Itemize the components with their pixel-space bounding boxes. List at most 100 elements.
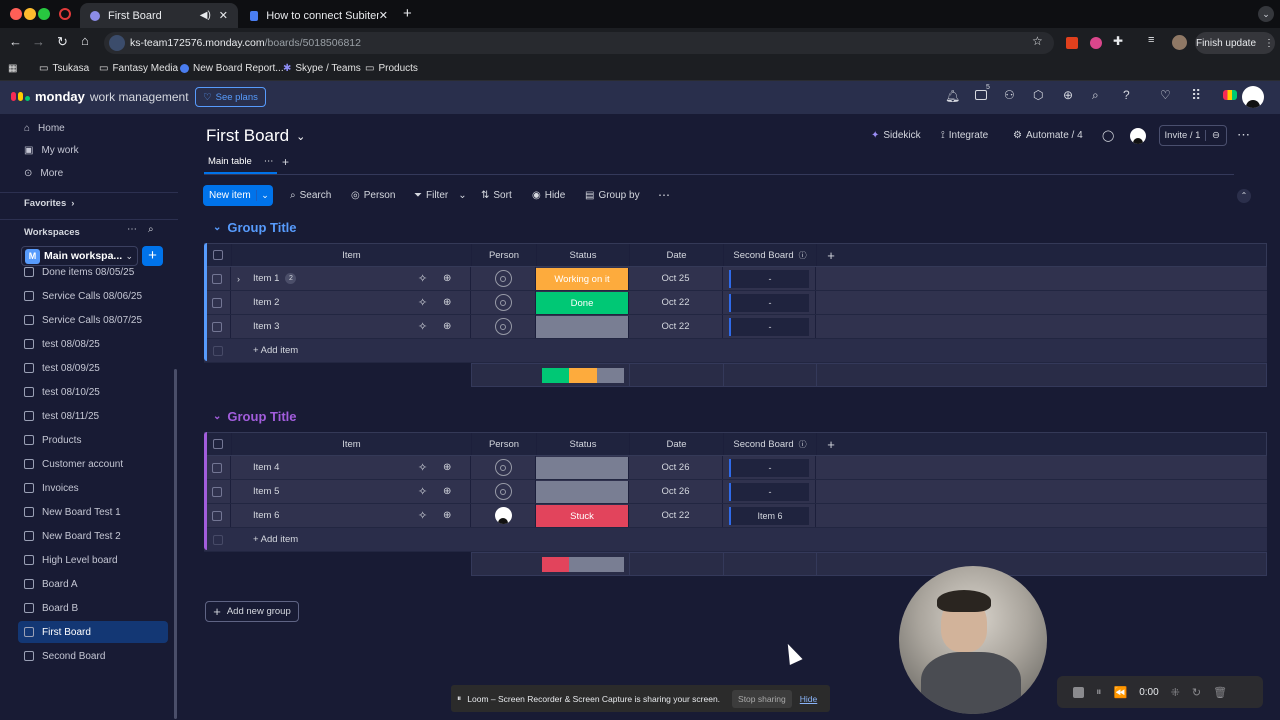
sidebar-board-item[interactable]: High Level board	[18, 549, 168, 571]
row-checkbox[interactable]	[212, 534, 223, 545]
extension-download-icon[interactable]	[1066, 37, 1078, 49]
add-item-row[interactable]: + Add item	[204, 528, 1267, 552]
column-header-status[interactable]: Status	[537, 244, 630, 266]
table-row[interactable]: Item 5 ✧ ⊕ Oct 26 -	[204, 480, 1267, 504]
delete-icon[interactable]: 🗑︎	[1213, 686, 1227, 699]
collapse-header-icon[interactable]: ⌃	[1237, 189, 1251, 203]
row-checkbox[interactable]	[212, 321, 222, 332]
add-column-button[interactable]: +	[817, 244, 845, 266]
heart-icon[interactable]: ♡	[1160, 88, 1171, 102]
sidebar-board-item[interactable]: Products	[18, 429, 168, 451]
workspace-search-icon[interactable]: ⌕	[148, 224, 154, 235]
close-tab-icon[interactable]: ✕	[379, 9, 388, 22]
group-title[interactable]: ⌄ Group Title	[213, 409, 297, 424]
add-update-icon[interactable]: ⊕	[443, 297, 451, 308]
speaker-icon[interactable]: ◀)	[200, 10, 211, 21]
ai-sparkle-icon[interactable]: ✧	[418, 296, 427, 309]
person-cell[interactable]	[471, 456, 536, 479]
expand-subitems-icon[interactable]: ›	[237, 274, 240, 284]
row-checkbox[interactable]	[212, 297, 222, 308]
ai-sparkle-icon[interactable]: ✧	[418, 485, 427, 498]
add-item-cell[interactable]: + Add item	[231, 339, 531, 362]
tab-how-to-connect[interactable]: How to connect Subitems of ✕	[240, 3, 398, 28]
item-name-cell[interactable]: Item 4 ✧ ⊕	[231, 456, 471, 479]
new-tab-button[interactable]: +	[403, 5, 412, 22]
search-icon[interactable]: ⌕	[1092, 88, 1099, 103]
see-plans-button[interactable]: ♡ See plans	[195, 87, 266, 107]
person-placeholder-icon[interactable]	[494, 270, 512, 287]
ai-sparkle-icon[interactable]: ✧	[418, 461, 427, 474]
date-cell[interactable]: Oct 22	[629, 504, 723, 527]
row-checkbox[interactable]	[212, 486, 222, 497]
sidebar-item-more[interactable]: ⊙ More	[18, 162, 168, 184]
add-update-icon[interactable]: ⊕	[443, 273, 451, 284]
row-checkbox[interactable]	[212, 345, 223, 356]
sidebar-board-item[interactable]: New Board Test 1	[18, 501, 168, 523]
add-update-icon[interactable]: ⊕	[443, 486, 451, 497]
monday-logo[interactable]: monday work management	[11, 89, 189, 104]
sidebar-board-item[interactable]: test 08/09/25	[18, 357, 168, 379]
invite-button[interactable]: Invite / 1 ⊖	[1159, 125, 1227, 146]
add-update-icon[interactable]: ⊕	[443, 510, 451, 521]
item-name-cell[interactable]: Item 6 ✧ ⊕	[231, 504, 471, 527]
chevron-down-icon[interactable]: ⌄	[213, 411, 221, 422]
person-placeholder-icon[interactable]	[494, 483, 512, 500]
filter-button[interactable]: ⏷ Filter ⌄	[414, 190, 467, 201]
person-cell[interactable]	[471, 315, 536, 338]
apps-grid-icon[interactable]: ▦	[8, 63, 17, 74]
maximize-window-button[interactable]	[38, 8, 50, 20]
date-cell[interactable]: Oct 26	[629, 456, 723, 479]
item-name-cell[interactable]: Item 2 ✧ ⊕	[231, 291, 471, 314]
person-cell[interactable]	[471, 480, 536, 503]
home-browser-icon[interactable]: ⌂	[81, 33, 89, 48]
bookmark-star-icon[interactable]: ☆	[1032, 34, 1043, 48]
link-icon[interactable]: ⊖	[1206, 130, 1226, 141]
add-update-icon[interactable]: ⊕	[443, 462, 451, 473]
updates-icon[interactable]: ◯	[1102, 129, 1114, 142]
bookmark-fantasy-media[interactable]: ▭ Fantasy Media	[99, 63, 178, 74]
item-name-cell[interactable]: Item 3 ✧ ⊕	[231, 315, 471, 338]
column-header-second-board[interactable]: Second Board ⓘ	[724, 433, 817, 455]
profile-avatar[interactable]	[1172, 35, 1187, 50]
status-cell[interactable]: Working on it	[536, 268, 629, 290]
ai-sparkle-icon[interactable]: ✧	[418, 509, 427, 522]
sidebar-board-item[interactable]: test 08/10/25	[18, 381, 168, 403]
chevron-down-icon[interactable]: ⌄	[213, 222, 221, 233]
back-icon[interactable]: ←	[9, 34, 22, 49]
date-cell[interactable]: Oct 25	[629, 267, 723, 290]
column-header-date[interactable]: Date	[630, 244, 724, 266]
column-header-second-board[interactable]: Second Board ⓘ	[724, 244, 817, 266]
hide-share-bar-link[interactable]: Hide	[800, 694, 817, 704]
sort-button[interactable]: ⇅ Sort	[481, 190, 512, 201]
person-filter-button[interactable]: ◎ Person	[351, 190, 395, 201]
status-cell[interactable]	[536, 481, 629, 503]
inbox-icon[interactable]	[975, 90, 987, 100]
add-item-cell[interactable]: + Add item	[231, 528, 531, 551]
stop-record-icon[interactable]	[1073, 686, 1084, 698]
sidebar-board-item[interactable]: Second Board	[18, 645, 168, 667]
sidekick-button[interactable]: ✦ Sidekick	[871, 130, 921, 141]
group-by-button[interactable]: ▤ Group by	[585, 190, 640, 201]
add-new-group-button[interactable]: + Add new group	[205, 601, 299, 622]
second-board-cell[interactable]: -	[723, 480, 816, 503]
sidebar-board-item[interactable]: Board B	[18, 597, 168, 619]
second-board-cell[interactable]: -	[723, 267, 816, 290]
row-checkbox[interactable]	[212, 462, 222, 473]
extensions-puzzle-icon[interactable]: ✚	[1113, 34, 1123, 48]
add-column-button[interactable]: +	[817, 433, 845, 455]
favorites-section[interactable]: Favorites ›	[24, 198, 74, 209]
rewind-icon[interactable]: ⏪	[1114, 686, 1128, 699]
draw-tool-icon[interactable]: ⁜	[1171, 686, 1180, 699]
sidebar-board-item[interactable]: test 08/11/25	[18, 405, 168, 427]
item-name-cell[interactable]: › Item 1 2 ✧ ⊕	[231, 267, 471, 290]
select-all-checkbox[interactable]	[213, 250, 223, 260]
select-all-checkbox[interactable]	[213, 439, 223, 449]
app-switcher-icon[interactable]: ⠿	[1191, 87, 1201, 104]
status-cell[interactable]	[536, 457, 629, 479]
column-header-date[interactable]: Date	[630, 433, 724, 455]
reload-icon[interactable]: ↻	[57, 34, 68, 50]
board-title[interactable]: First Board ⌄	[206, 126, 305, 146]
hide-button[interactable]: ◉ Hide	[532, 190, 565, 201]
sidebar-board-item[interactable]: Done items 08/05/25	[18, 261, 168, 283]
info-icon[interactable]: ⓘ	[799, 439, 807, 450]
